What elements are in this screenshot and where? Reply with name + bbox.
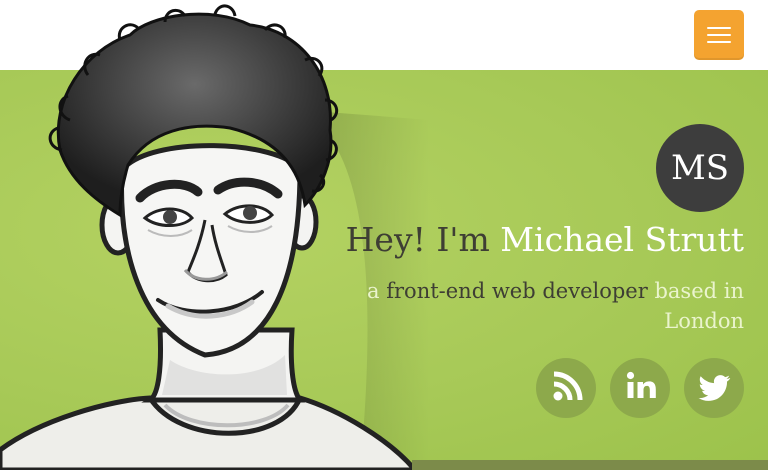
- hamburger-menu-icon-bar: [707, 41, 731, 43]
- tagline-role: front-end web developer: [386, 279, 648, 303]
- hero-greeting: Hey! I'm Michael Strutt: [346, 220, 744, 259]
- ms-logo-badge[interactable]: MS: [656, 124, 744, 212]
- twitter-link[interactable]: [684, 358, 744, 418]
- hero-tagline: a front-end web developer based in Londo…: [364, 276, 744, 336]
- rss-icon: [553, 371, 583, 401]
- hamburger-menu-icon: [707, 27, 731, 29]
- menu-button[interactable]: [694, 10, 744, 60]
- greeting-name: Michael Strutt: [500, 220, 744, 259]
- greeting-prefix: Hey! I'm: [345, 220, 490, 259]
- tagline-lead: a: [367, 279, 380, 303]
- tagline-location: based in London: [654, 279, 744, 333]
- twitter-icon: [698, 375, 731, 401]
- hamburger-menu-icon-bar: [707, 34, 731, 36]
- linkedin-icon: [626, 371, 656, 398]
- linkedin-link[interactable]: [610, 358, 670, 418]
- rss-link[interactable]: [536, 358, 596, 418]
- bottom-strip: [412, 460, 768, 470]
